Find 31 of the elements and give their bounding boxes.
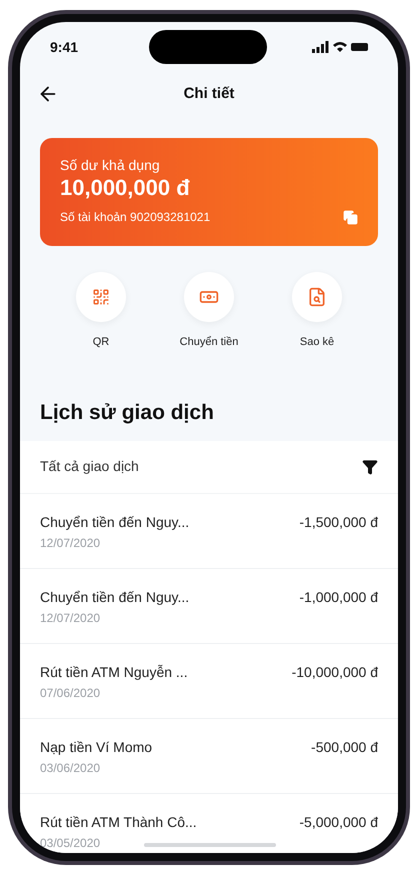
- page-title: Chi tiết: [184, 84, 234, 104]
- balance-label: Số dư khả dụng: [60, 156, 161, 174]
- transaction-amount: -500,000 đ: [311, 738, 378, 756]
- transaction-name: Rút tiền ATM Thành Cô...: [40, 812, 197, 832]
- transaction-name: Nạp tiền Ví Momo: [40, 738, 152, 756]
- transaction-name: Rút tiền ATM Nguyễn ...: [40, 662, 188, 682]
- transaction-date: 03/06/2020: [40, 760, 102, 776]
- account-number: Số tài khoản 902093281021: [60, 209, 210, 226]
- document-search-icon: [307, 287, 327, 307]
- transaction-row[interactable]: Chuyển tiền đến Nguy... 12/07/2020 -1,000,000 đ: [20, 568, 398, 644]
- transaction-date: 12/07/2020: [40, 534, 102, 552]
- balance-amount: 10,000,000 đ: [60, 174, 191, 202]
- transaction-date: 03/05/2020: [40, 834, 102, 852]
- transaction-date: 07/06/2020: [40, 684, 102, 702]
- qr-code-icon: [92, 288, 110, 306]
- transaction-amount: -10,000,000 đ: [292, 662, 378, 682]
- status-time: 9:41: [50, 38, 78, 56]
- transaction-row[interactable]: Nạp tiền Ví Momo 03/06/2020 -500,000 đ: [20, 718, 398, 794]
- transaction-date: 12/07/2020: [40, 610, 102, 626]
- transaction-row[interactable]: Rút tiền ATM Nguyễn ... 07/06/2020 -10,000,000 đ: [20, 644, 398, 718]
- transaction-name: Chuyển tiền đến Nguy...: [40, 512, 190, 532]
- transaction-amount: -1,000,000 đ: [299, 588, 378, 606]
- copy-icon[interactable]: [343, 210, 358, 224]
- transaction-amount: -1,500,000 đ: [299, 512, 378, 532]
- transaction-row[interactable]: Chuyển tiền đến Nguy... 12/07/2020 -1,500,000 đ: [20, 494, 398, 568]
- transaction-amount: -5,000,000 đ: [299, 812, 378, 832]
- section-title: Lịch sử giao dịch: [39, 400, 215, 426]
- filter-row[interactable]: Tất cả giao dịch: [20, 440, 398, 494]
- status-icons: [312, 41, 368, 53]
- filter-icon: [362, 458, 378, 474]
- transaction-name: Chuyển tiền đến Nguy...: [40, 588, 190, 606]
